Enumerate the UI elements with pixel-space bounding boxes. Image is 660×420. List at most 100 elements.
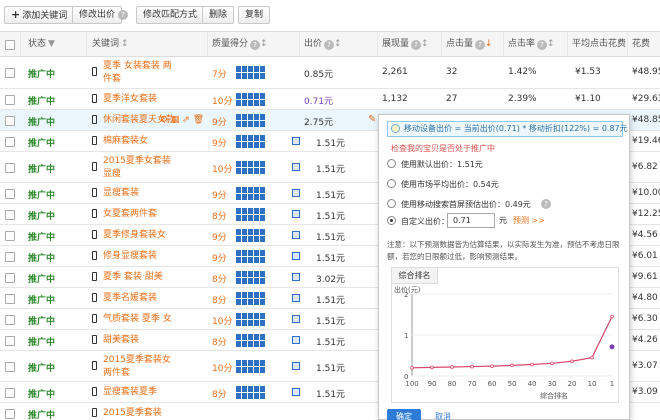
- keyword-link[interactable]: 夏季修身套装女: [103, 229, 213, 242]
- ctr-value: 2.39%: [508, 94, 537, 104]
- bid-value[interactable]: 1.51元: [316, 251, 345, 264]
- help-icon[interactable]: ?: [475, 40, 486, 50]
- row-checkbox[interactable]: [5, 210, 15, 220]
- keyword-link[interactable]: 夏季 女装套装 两件套: [103, 60, 173, 86]
- keyword-link[interactable]: 2015夏季套装女两件套: [103, 354, 173, 380]
- col-cost[interactable]: 花费: [632, 32, 650, 57]
- keyword-link[interactable]: 夏季名媛套装: [103, 292, 213, 305]
- col-quality[interactable]: 质量得分? ↕: [212, 32, 268, 57]
- bid-value[interactable]: 1.51元: [316, 136, 345, 149]
- help-icon[interactable]: ?: [118, 10, 128, 20]
- radio-mobile-bid[interactable]: [387, 199, 396, 208]
- keyword-link[interactable]: 显瘦套装夏季: [103, 386, 213, 399]
- keyword-link[interactable]: 2015夏季女套装显瘦: [103, 155, 173, 181]
- bid-strategy-icon: [292, 294, 300, 302]
- edit-pencil-icon[interactable]: ✎: [368, 114, 376, 125]
- delete-button[interactable]: 删除: [202, 6, 235, 24]
- bid-value[interactable]: 0.71元: [304, 94, 333, 107]
- quality-score: 9分: [212, 118, 227, 128]
- row-checkbox[interactable]: [5, 362, 15, 372]
- bid-value[interactable]: 1.51元: [316, 293, 345, 306]
- row-checkbox[interactable]: [5, 68, 15, 78]
- mobile-icon: [92, 272, 97, 281]
- col-clicks[interactable]: 点击量? ↓: [446, 32, 493, 57]
- status-label: 推广中: [28, 233, 56, 243]
- bid-value[interactable]: 0.85元: [304, 67, 333, 80]
- radio-custom-bid[interactable]: [387, 216, 396, 225]
- modify-match-button[interactable]: 修改匹配方式: [136, 6, 205, 24]
- radio-market-bid[interactable]: [387, 179, 396, 188]
- cancel-button[interactable]: 取消: [435, 411, 451, 420]
- keyword-link[interactable]: 显瘦套装: [103, 187, 213, 200]
- keyword-link[interactable]: 女夏套两件套: [103, 208, 213, 221]
- data-point: [430, 365, 434, 370]
- keyword-link[interactable]: 棉麻套装女: [103, 135, 213, 148]
- help-icon[interactable]: ?: [411, 40, 422, 50]
- help-icon[interactable]: ?: [324, 40, 335, 50]
- tab-overall-rank[interactable]: 综合排名: [392, 268, 438, 284]
- bid-value[interactable]: 1.51元: [316, 209, 345, 222]
- bid-value[interactable]: 1.51元: [316, 230, 345, 243]
- keyword-link[interactable]: 修身显瘦套装: [103, 250, 213, 263]
- row-ops-icons[interactable]: ⚙ ▦ ⇗ 🗑: [160, 115, 204, 125]
- row-checkbox[interactable]: [5, 252, 15, 262]
- help-icon[interactable]: ?: [541, 199, 551, 209]
- col-avg-cpc[interactable]: 平均点击花费: [572, 32, 626, 57]
- row-checkbox[interactable]: [5, 388, 15, 398]
- bid-value[interactable]: 1.51元: [316, 361, 345, 374]
- bid-curve-chart: 出价(元)012100 90 80 70 60 50 40 30 20 10 1综合排名: [394, 285, 615, 400]
- col-status[interactable]: 状态 ▼: [28, 32, 55, 57]
- sort-icon: ↕: [334, 39, 342, 49]
- keyword-link[interactable]: 甜美套装: [103, 334, 213, 347]
- table-row[interactable]: 推广中 夏季 女装套装 两件套 7分 0.85元 2,261 32 1.42% ¥1.53 ¥4…: [0, 57, 660, 89]
- check-promotion-link[interactable]: 检查我的宝贝是否处于推广中: [391, 143, 495, 154]
- modify-bid-button[interactable]: 修改出价: [72, 6, 123, 24]
- col-ctr[interactable]: 点击率? ↕: [508, 32, 555, 57]
- quality-bars-icon: [236, 386, 266, 400]
- predict-link[interactable]: 预测 >>: [513, 215, 545, 226]
- col-keyword[interactable]: 关键词 ↕: [92, 32, 129, 57]
- row-checkbox[interactable]: [5, 231, 15, 241]
- help-icon[interactable]: ?: [250, 40, 261, 50]
- bid-value[interactable]: 1.51元: [316, 314, 345, 327]
- col-bid[interactable]: 出价? ↕: [304, 32, 342, 57]
- add-keyword-button[interactable]: + 添加关键词: [4, 6, 75, 24]
- bid-value[interactable]: 1.51元: [316, 162, 345, 175]
- status-label: 推广中: [28, 338, 56, 348]
- row-checkbox[interactable]: [5, 163, 15, 173]
- row-checkbox[interactable]: [5, 315, 15, 325]
- quality-bars-icon: [236, 187, 266, 201]
- confirm-button[interactable]: 确定: [387, 409, 421, 420]
- col-impressions[interactable]: 展现量? ↕: [382, 32, 429, 57]
- row-checkbox[interactable]: [5, 189, 15, 199]
- custom-bid-input[interactable]: [447, 213, 495, 228]
- keyword-link[interactable]: 夏季 套装 甜美: [103, 271, 213, 284]
- select-all-checkbox[interactable]: [5, 40, 15, 50]
- bid-strategy-icon: [292, 315, 300, 323]
- row-checkbox[interactable]: [5, 336, 15, 346]
- mobile-icon: [92, 408, 97, 417]
- keyword-link[interactable]: 气质套装 夏季 女: [103, 313, 213, 326]
- bid-value[interactable]: 1.51元: [316, 188, 345, 201]
- keyword-link[interactable]: 2015夏季套装: [103, 407, 213, 420]
- row-checkbox[interactable]: [5, 294, 15, 304]
- bid-value[interactable]: 3.02元: [316, 272, 345, 285]
- bid-value[interactable]: 1.51元: [316, 335, 345, 348]
- cost-value: ¥4.26: [632, 335, 658, 345]
- bid-value[interactable]: 1.51元: [316, 387, 345, 400]
- keyword-link[interactable]: 夏季洋女套装: [103, 93, 213, 106]
- status-label: 推广中: [28, 139, 56, 149]
- row-checkbox[interactable]: [5, 273, 15, 283]
- bid-value[interactable]: 2.75元: [304, 115, 333, 128]
- radio-default-bid[interactable]: [387, 159, 396, 168]
- row-checkbox[interactable]: [5, 409, 15, 419]
- quality-score: 9分: [212, 254, 227, 264]
- row-checkbox[interactable]: [5, 116, 15, 126]
- plus-icon: +: [11, 8, 21, 21]
- row-checkbox[interactable]: [5, 95, 15, 105]
- row-checkbox[interactable]: [5, 137, 15, 147]
- status-label: 推广中: [28, 254, 56, 264]
- copy-button[interactable]: 复制: [238, 6, 271, 24]
- help-icon[interactable]: ?: [537, 40, 548, 50]
- table-row[interactable]: 推广中 夏季洋女套装10分 0.71元 1,132 27 2.39% ¥1.10 ¥29.63: [0, 89, 660, 110]
